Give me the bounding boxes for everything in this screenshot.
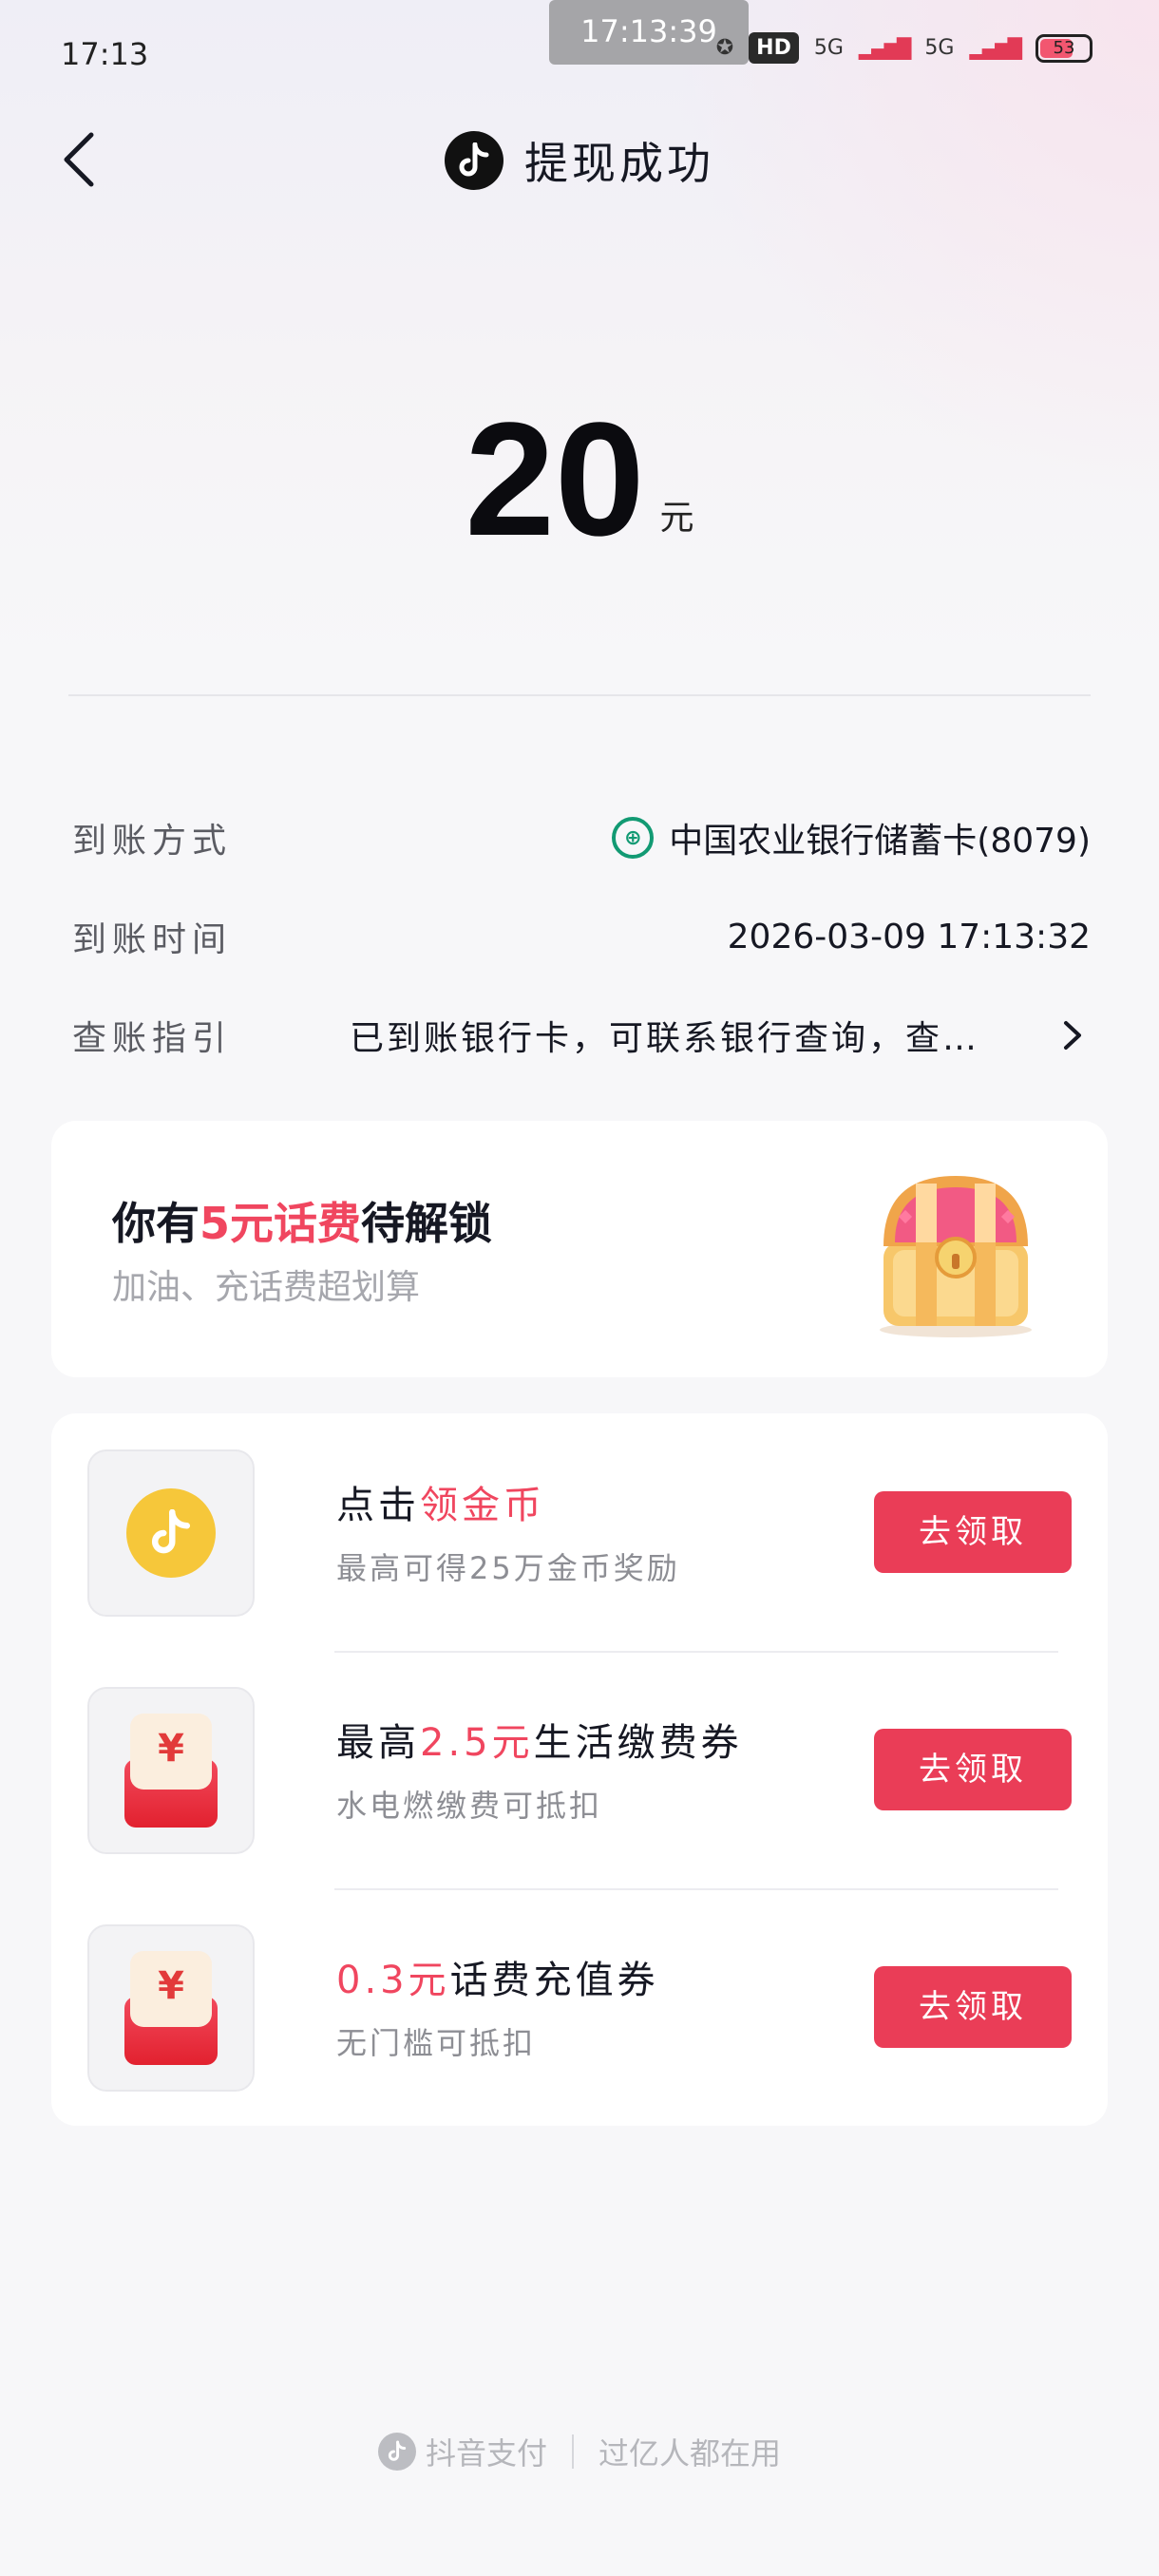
task-subtitle: 最高可得25万金币奖励 (336, 1550, 680, 1586)
red-envelope-icon: ¥ (124, 1951, 218, 2065)
promo-title-highlight: 5元话费 (200, 1198, 362, 1249)
yuan-symbol: ¥ (130, 1951, 212, 2027)
method-value-group: ⊕ 中国农业银行储蓄卡(8079) (612, 813, 1091, 862)
task-title-highlight: 2.5元 (420, 1721, 534, 1765)
douyin-pay-logo-icon (377, 2433, 416, 2471)
footer-slogan: 过亿人都在用 (598, 2435, 782, 2472)
task-subtitle: 水电燃缴费可抵扣 (336, 1788, 603, 1824)
footer-brand-group: 抖音支付 (377, 2430, 547, 2473)
task-item: 点击领金币 最高可得25万金币奖励 去领取 (87, 1449, 1072, 1617)
signal-icon-2: ▂▄▆█ (969, 36, 1022, 60)
footer-divider (572, 2434, 574, 2469)
chevron-right-icon[interactable] (1053, 1012, 1091, 1059)
promo-title: 你有5元话费待解锁 (112, 1189, 492, 1252)
network-label-2: 5G (924, 36, 955, 60)
amount-display: 20 元 (0, 399, 1159, 560)
yuan-symbol: ¥ (130, 1714, 212, 1790)
time-value: 2026-03-09 17:13:32 (727, 917, 1091, 957)
hd-icon: HD (749, 32, 799, 64)
task-title-highlight: 领金币 (420, 1484, 545, 1527)
status-bar: 17:13 17:13:39 ✪ HD 5G ▂▄▆█ 5G ▂▄▆█ 53 (0, 0, 1159, 104)
amount-value: 20 (465, 389, 645, 570)
treasure-chest-icon (880, 1176, 1032, 1337)
task-subtitle: 无门槛可抵扣 (336, 2025, 537, 2061)
task-title: 最高2.5元生活缴费券 (336, 1712, 743, 1767)
guide-value[interactable]: 已到账银行卡，可联系银行查询，查… (350, 1011, 1043, 1060)
task-title-suffix: 话费充值券 (449, 1959, 659, 2002)
claim-button[interactable]: 去领取 (874, 1729, 1072, 1810)
status-icons: ✪ HD 5G ▂▄▆█ 5G ▂▄▆█ 53 (716, 32, 1092, 64)
claim-button[interactable]: 去领取 (874, 1966, 1072, 2048)
detail-row-time: 到账时间 2026-03-09 17:13:32 (72, 908, 1091, 965)
task-icon-box: ¥ (87, 1924, 255, 2092)
task-divider (334, 1651, 1058, 1653)
abc-bank-icon: ⊕ (612, 817, 655, 859)
task-divider (334, 1888, 1058, 1890)
amount-unit: 元 (659, 499, 694, 538)
footer-brand: 抖音支付 (425, 2435, 547, 2472)
claim-button[interactable]: 去领取 (874, 1491, 1072, 1573)
method-label: 到账方式 (72, 822, 233, 861)
task-title: 点击领金币 (336, 1474, 545, 1529)
hotspot-icon: ✪ (715, 36, 734, 60)
promo-subtitle: 加油、充话费超划算 (112, 1268, 421, 1307)
nav-title-group: 提现成功 (0, 129, 1159, 192)
promo-title-prefix: 你有 (112, 1198, 200, 1249)
task-item: ¥ 最高2.5元生活缴费券 水电燃缴费可抵扣 去领取 (87, 1687, 1072, 1854)
task-item: ¥ 0.3元话费充值券 无门槛可抵扣 去领取 (87, 1924, 1072, 2092)
promo-title-suffix: 待解锁 (361, 1198, 493, 1249)
task-title-highlight: 0.3元 (336, 1959, 450, 2002)
status-time: 17:13 (61, 36, 149, 72)
footer: 抖音支付 过亿人都在用 (0, 2430, 1159, 2473)
task-icon-box: ¥ (87, 1687, 255, 1854)
red-envelope-icon: ¥ (124, 1714, 218, 1828)
battery-icon: 53 (1036, 33, 1092, 63)
page-title: 提现成功 (524, 138, 714, 189)
douyin-logo-icon (445, 131, 504, 190)
time-label: 到账时间 (72, 920, 233, 959)
task-title-prefix: 最高 (336, 1721, 420, 1765)
divider (68, 694, 1091, 696)
detail-row-method: 到账方式 ⊕ 中国农业银行储蓄卡(8079) (72, 809, 1091, 866)
task-title-prefix: 点击 (336, 1484, 420, 1527)
network-label-1: 5G (813, 36, 844, 60)
detail-row-guide[interactable]: 查账指引 已到账银行卡，可联系银行查询，查… (72, 1007, 1091, 1064)
coin-icon (126, 1488, 216, 1578)
nav-bar: 提现成功 (0, 112, 1159, 207)
battery-percent: 53 (1053, 37, 1075, 58)
task-title: 0.3元话费充值券 (336, 1949, 659, 2004)
task-title-suffix: 生活缴费券 (533, 1721, 743, 1765)
signal-icon: ▂▄▆█ (858, 36, 912, 60)
method-value: 中国农业银行储蓄卡(8079) (669, 822, 1091, 861)
task-icon-box (87, 1449, 255, 1617)
promo-card[interactable]: 你有5元话费待解锁 加油、充话费超划算 (51, 1121, 1108, 1377)
tasks-card: 点击领金币 最高可得25万金币奖励 去领取 ¥ 最高2.5元生活缴费券 水电燃缴… (51, 1413, 1108, 2126)
guide-label: 查账指引 (72, 1019, 233, 1058)
